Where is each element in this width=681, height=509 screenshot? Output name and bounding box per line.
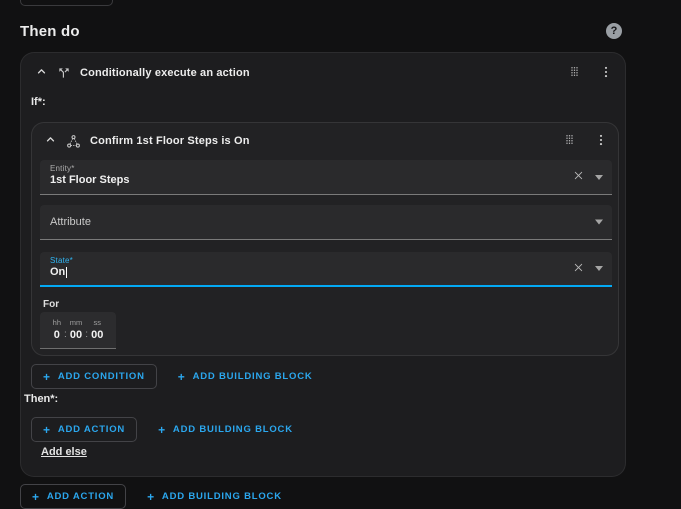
plus-icon: + [32, 489, 40, 504]
add-building-block-button[interactable]: + ADD BUILDING BLOCK [147, 418, 304, 441]
dropdown-caret-icon[interactable] [595, 219, 603, 225]
condition-buttons-row: + ADD CONDITION + ADD BUILDING BLOCK [31, 364, 324, 389]
conditional-card-title: Conditionally execute an action [80, 67, 250, 79]
state-field-value: On [50, 266, 68, 278]
for-label: For [43, 299, 60, 310]
add-condition-button[interactable]: + ADD CONDITION [31, 364, 157, 389]
seconds-label: ss [93, 318, 101, 328]
call-split-icon [57, 66, 71, 80]
state-field[interactable]: State* On [40, 252, 612, 287]
dropdown-caret-icon[interactable] [595, 174, 603, 180]
drag-icon [567, 64, 582, 82]
clear-icon[interactable] [573, 260, 584, 278]
text-cursor [66, 267, 68, 278]
add-action-button[interactable]: + ADD ACTION [20, 484, 127, 509]
entity-field[interactable]: Entity* 1st Floor Steps [40, 160, 612, 195]
add-building-block-button[interactable]: + ADD BUILDING BLOCK [167, 365, 324, 388]
conditional-card-header: Conditionally execute an action [33, 59, 615, 87]
collapse-button[interactable] [42, 131, 59, 151]
add-building-block-button[interactable]: + ADD BUILDING BLOCK [136, 485, 293, 508]
page-title: Then do [20, 23, 80, 40]
seconds-value[interactable]: 00 [91, 329, 103, 341]
plus-icon: + [43, 369, 51, 384]
chevron-up-icon [44, 133, 57, 149]
condition-card-title: Confirm 1st Floor Steps is On [90, 135, 250, 147]
entity-field-value: 1st Floor Steps [50, 174, 130, 186]
time-separator: : [64, 328, 67, 340]
conditional-action-card: Conditionally execute an action If*: Con… [20, 52, 626, 477]
entity-field-label: Entity* [50, 164, 75, 173]
chevron-up-icon [35, 65, 48, 81]
drag-handle[interactable] [560, 130, 579, 152]
plus-icon: + [158, 422, 166, 437]
time-separator: : [85, 328, 89, 340]
dropdown-caret-icon[interactable] [595, 266, 603, 271]
kebab-menu-icon [599, 65, 613, 82]
hours-label: hh [52, 318, 62, 328]
drag-handle[interactable] [565, 62, 584, 84]
add-else-link[interactable]: Add else [41, 446, 87, 458]
then-label: Then*: [24, 393, 59, 405]
condition-card-header: Confirm 1st Floor Steps is On [42, 128, 610, 154]
hours-value[interactable]: 0 [54, 329, 60, 341]
if-label: If*: [31, 96, 46, 108]
add-action-button[interactable]: + ADD ACTION [31, 417, 138, 442]
state-machine-icon [66, 134, 81, 149]
kebab-menu-icon [594, 133, 608, 150]
minutes-label: mm [69, 318, 83, 328]
overflow-menu-button[interactable] [592, 131, 610, 152]
plus-icon: + [43, 422, 51, 437]
minutes-value[interactable]: 00 [70, 329, 82, 341]
attribute-field[interactable]: Attribute [40, 205, 612, 240]
clear-icon[interactable] [573, 168, 584, 186]
overflow-menu-button[interactable] [597, 63, 615, 84]
state-condition-card: Confirm 1st Floor Steps is On Entity* 1s… [31, 122, 619, 356]
drag-icon [562, 132, 577, 150]
state-field-label: State* [50, 256, 73, 265]
help-icon[interactable]: ? [606, 23, 622, 39]
action-buttons-row: + ADD ACTION + ADD BUILDING BLOCK [31, 417, 304, 442]
attribute-field-label: Attribute [50, 216, 91, 228]
collapse-button[interactable] [33, 63, 50, 83]
duration-input[interactable]: hh 0 : mm 00 : ss 00 [40, 312, 116, 349]
plus-icon: + [177, 369, 186, 384]
bottom-buttons-row: + ADD ACTION + ADD BUILDING BLOCK [20, 484, 293, 509]
plus-icon: + [147, 489, 155, 504]
partial-button-top[interactable] [20, 0, 113, 6]
help-glyph: ? [610, 25, 618, 37]
